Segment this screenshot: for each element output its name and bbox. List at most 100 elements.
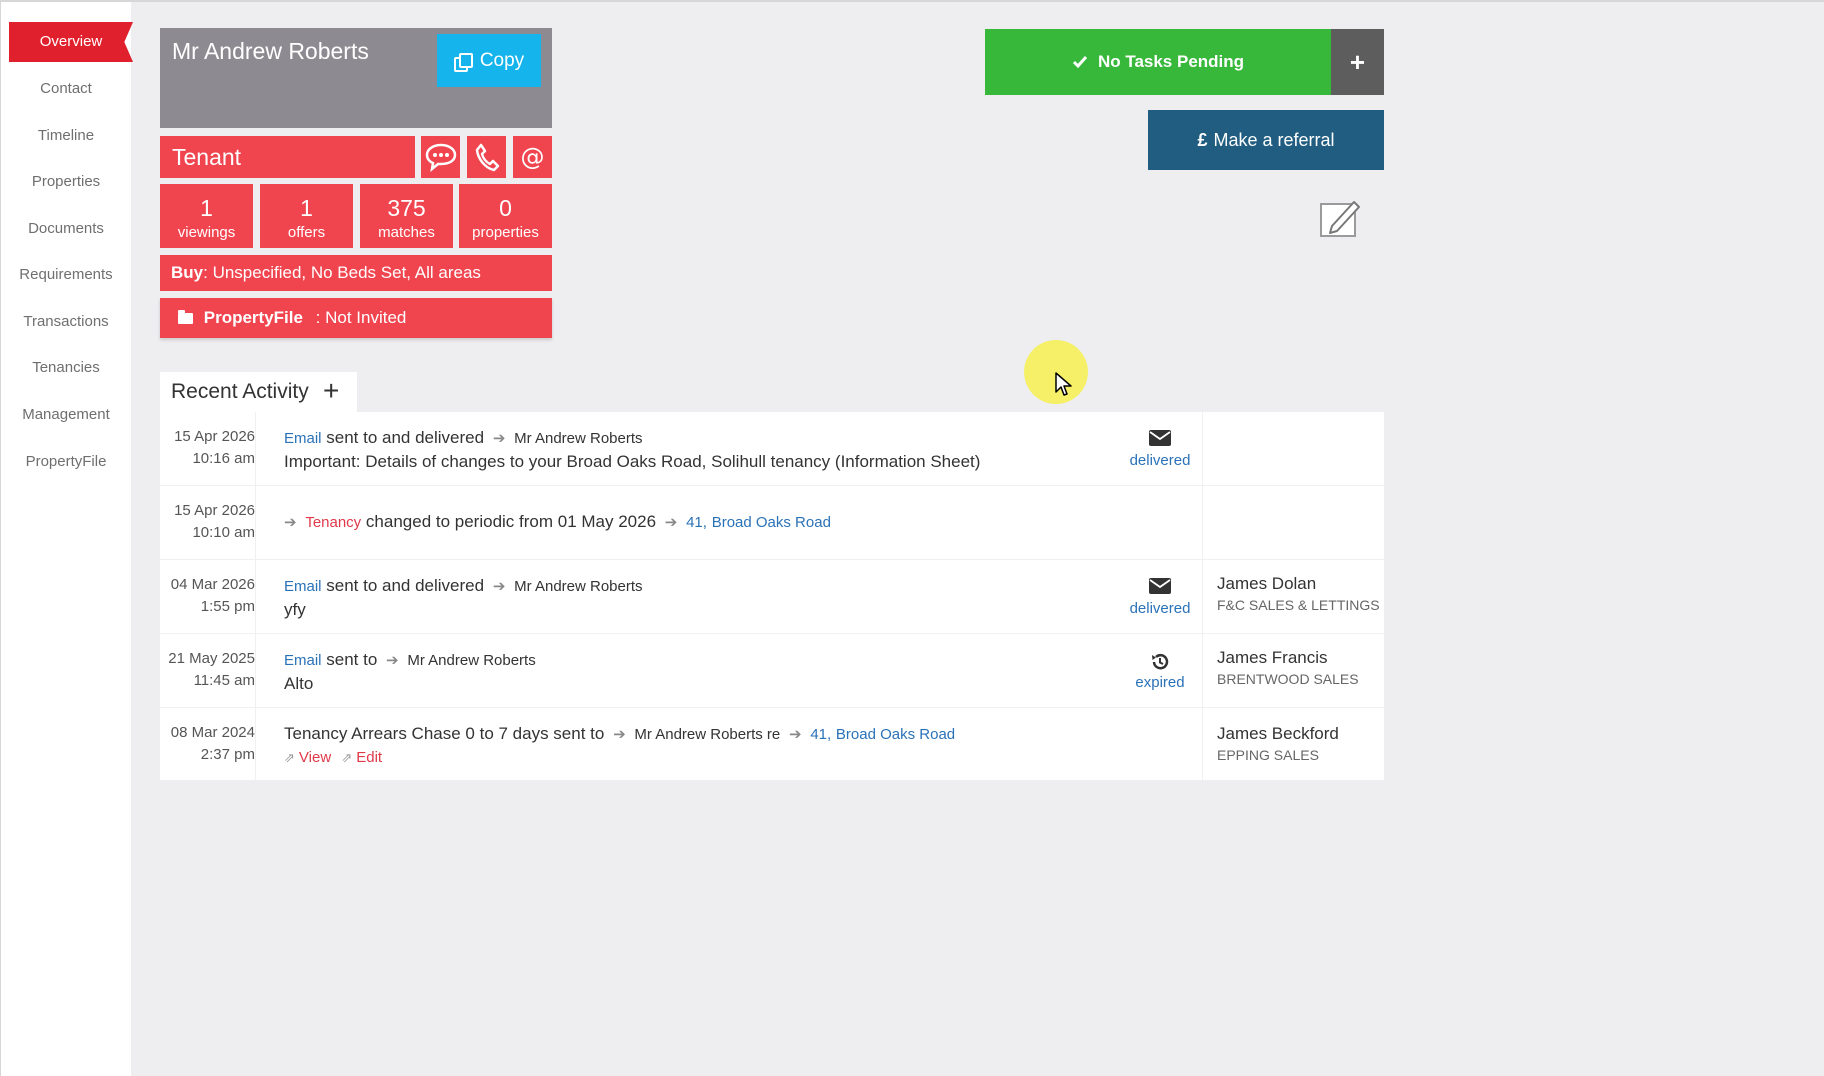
activity-recipient[interactable]: Mr Andrew Roberts [407, 652, 535, 669]
requirement-text: : Unspecified, No Beds Set, All areas [203, 263, 481, 282]
activity-date: 08 Mar 2024 2:37 pm [160, 708, 256, 780]
activity-content: ➔ Tenancy changed to periodic from 01 Ma… [284, 510, 831, 534]
activity-status: expired [1120, 652, 1200, 691]
copy-button[interactable]: Copy [437, 34, 541, 87]
stat-label: properties [472, 224, 539, 241]
sidebar-item-management[interactable]: Management [1, 395, 131, 435]
recent-activity-title: Recent Activity [171, 380, 309, 403]
stat-value: 1 [200, 195, 213, 221]
stat-properties[interactable]: 0 properties [459, 184, 552, 248]
agent-office: EPPING SALES [1217, 747, 1319, 763]
activity-subject: yfy [284, 600, 306, 619]
sidebar-item-overview[interactable]: Overview [9, 22, 133, 62]
activity-row: 08 Mar 2024 2:37 pm Tenancy Arrears Chas… [160, 708, 1384, 780]
folder-icon [178, 310, 193, 324]
activity-text: sent to and delivered [326, 576, 485, 595]
referral-label: Make a referral [1213, 129, 1335, 150]
activity-row: 21 May 2025 11:45 am Email sent to ➔ Mr … [160, 634, 1384, 708]
phone-icon[interactable] [467, 136, 506, 178]
activity-status: delivered [1120, 578, 1200, 617]
sms-icon[interactable] [421, 136, 460, 178]
status-text: delivered [1129, 600, 1191, 617]
email-at-icon[interactable]: @ [513, 136, 552, 178]
activity-subject: Alto [284, 674, 314, 693]
date-text: 04 Mar 2026 [170, 576, 255, 593]
agent-office: BRENTWOOD SALES [1217, 671, 1359, 687]
sidebar-item-transactions[interactable]: Transactions [1, 302, 131, 342]
property-number[interactable]: 41, [810, 726, 831, 743]
history-icon [1120, 652, 1200, 674]
requirement-type: Buy [171, 263, 204, 282]
activity-text: changed to periodic from 01 May 2026 [365, 512, 657, 531]
arrow-right-icon: ➔ [386, 652, 399, 669]
stat-value: 375 [387, 195, 426, 221]
mouse-cursor-icon [1055, 372, 1073, 403]
time-text: 2:37 pm [200, 746, 255, 763]
agent-info: James Beckford EPPING SALES [1217, 724, 1339, 763]
activity-date: 21 May 2025 11:45 am [160, 634, 256, 707]
time-text: 10:16 am [192, 450, 255, 467]
requirement-bar[interactable]: Buy: Unspecified, No Beds Set, All areas [160, 255, 552, 291]
agent-column: James Dolan F&C SALES & LETTINGS [1202, 560, 1384, 633]
pound-icon: £ [1197, 129, 1208, 150]
time-text: 1:55 pm [200, 598, 255, 615]
activity-type-link[interactable]: Email [284, 578, 322, 595]
status-text: delivered [1129, 452, 1191, 469]
stat-label: matches [378, 224, 435, 241]
agent-info: James Dolan F&C SALES & LETTINGS [1217, 574, 1380, 613]
activity-type-link[interactable]: Tenancy [305, 514, 361, 531]
sidebar-item-properties[interactable]: Properties [1, 162, 131, 202]
date-text: 15 Apr 2026 [174, 428, 255, 445]
activity-status: delivered [1120, 430, 1200, 469]
add-activity-button[interactable]: + [323, 372, 339, 410]
stat-value: 1 [300, 195, 313, 221]
envelope-icon [1120, 578, 1200, 600]
activity-date: 15 Apr 2026 10:16 am [160, 412, 256, 485]
external-link-icon: ⇗ [341, 750, 353, 765]
activity-text: sent to and delivered [326, 428, 485, 447]
sidebar-item-requirements[interactable]: Requirements [1, 255, 131, 295]
arrow-right-icon: ➔ [613, 726, 626, 743]
sidebar-item-contact[interactable]: Contact [1, 69, 131, 109]
activity-content: Email sent to and delivered ➔ Mr Andrew … [284, 574, 643, 621]
agent-info: James Francis BRENTWOOD SALES [1217, 648, 1359, 687]
agent-name: James Beckford [1217, 724, 1339, 743]
sidebar-item-tenancies[interactable]: Tenancies [1, 348, 131, 388]
edit-link[interactable]: Edit [356, 749, 382, 766]
sidebar-item-propertyfile[interactable]: PropertyFile [1, 442, 131, 482]
make-referral-button[interactable]: £ Make a referral [1148, 110, 1384, 170]
agent-column: James Francis BRENTWOOD SALES [1202, 634, 1384, 707]
stat-offers[interactable]: 1 offers [260, 184, 353, 248]
property-number[interactable]: 41, [686, 514, 707, 531]
sidebar: Overview Contact Timeline Properties Doc… [1, 2, 133, 1076]
stat-label: viewings [177, 224, 236, 241]
activity-recipient[interactable]: Mr Andrew Roberts re [634, 726, 780, 743]
activity-text: Tenancy Arrears Chase 0 to 7 days sent t… [284, 724, 605, 743]
tasks-button[interactable]: No Tasks Pending [985, 29, 1331, 95]
stat-viewings[interactable]: 1 viewings [160, 184, 253, 248]
activity-type-link[interactable]: Email [284, 652, 322, 669]
time-text: 10:10 am [192, 524, 255, 541]
sidebar-item-timeline[interactable]: Timeline [1, 116, 131, 156]
add-task-button[interactable]: + [1331, 29, 1384, 95]
propertyfile-brand: PropertyFile [203, 308, 303, 327]
activity-row: 04 Mar 2026 1:55 pm Email sent to and de… [160, 560, 1384, 634]
property-link[interactable]: Broad Oaks Road [836, 726, 955, 743]
activity-recipient[interactable]: Mr Andrew Roberts [514, 430, 642, 447]
view-link[interactable]: View [299, 749, 331, 766]
arrow-right-icon: ➔ [284, 514, 297, 531]
agent-column [1202, 486, 1384, 559]
date-text: 15 Apr 2026 [174, 502, 255, 519]
activity-recipient[interactable]: Mr Andrew Roberts [514, 578, 642, 595]
property-link[interactable]: Broad Oaks Road [712, 514, 831, 531]
edit-note-icon[interactable] [1318, 198, 1362, 240]
activity-content: Email sent to and delivered ➔ Mr Andrew … [284, 426, 980, 473]
activity-text: sent to [326, 650, 378, 669]
activity-type-link[interactable]: Email [284, 430, 322, 447]
date-text: 21 May 2025 [168, 650, 255, 667]
recent-activity-tab: Recent Activity + [160, 372, 357, 412]
sidebar-item-documents[interactable]: Documents [1, 209, 131, 249]
stat-matches[interactable]: 375 matches [360, 184, 453, 248]
propertyfile-bar[interactable]: PropertyFile : Not Invited [160, 298, 552, 338]
agent-office: F&C SALES & LETTINGS [1217, 597, 1380, 613]
